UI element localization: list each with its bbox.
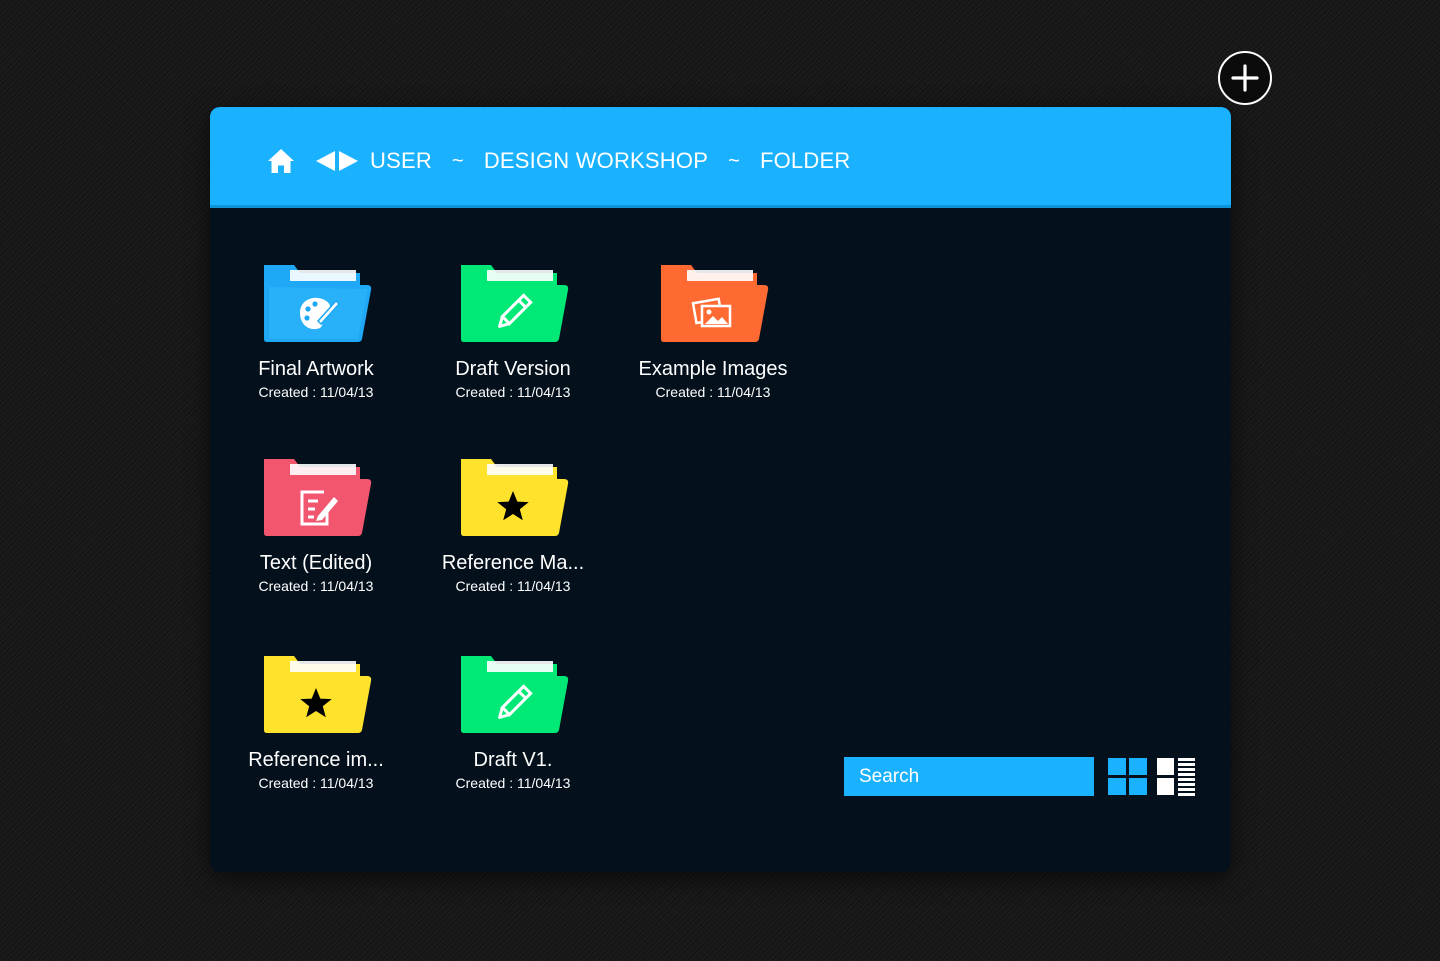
folder-created-date: Created : 11/04/13	[258, 775, 374, 791]
search-input[interactable]	[844, 757, 1094, 796]
folder-name: Draft V1.	[473, 749, 553, 771]
breadcrumb-design-workshop[interactable]: DESIGN WORKSHOP	[484, 148, 708, 174]
home-icon[interactable]	[266, 146, 296, 176]
file-browser-panel: USER ~ DESIGN WORKSHOP ~ FOLDER Final Ar…	[210, 107, 1231, 872]
folder-created-date: Created : 11/04/13	[258, 384, 374, 400]
folder-created-date: Created : 11/04/13	[655, 384, 771, 400]
folder-icon	[461, 265, 569, 342]
breadcrumb-separator: ~	[728, 149, 740, 172]
grid-view-icon[interactable]	[1108, 758, 1148, 796]
breadcrumb-user[interactable]: USER	[370, 148, 432, 174]
folder-item[interactable]: Draft Version Created : 11/04/13	[413, 263, 613, 400]
list-view-icon[interactable]	[1157, 758, 1197, 796]
folder-icon	[264, 459, 372, 536]
breadcrumb: USER ~ DESIGN WORKSHOP ~ FOLDER	[266, 144, 850, 178]
folder-icon	[461, 459, 569, 536]
folder-created-date: Created : 11/04/13	[455, 578, 571, 594]
folder-created-date: Created : 11/04/13	[258, 578, 374, 594]
breadcrumb-separator: ~	[451, 149, 464, 172]
add-button[interactable]	[1218, 51, 1272, 105]
folder-name: Reference im...	[248, 749, 384, 771]
folder-item[interactable]: Text (Edited) Created : 11/04/13	[216, 457, 416, 594]
folder-item[interactable]: Reference im... Created : 11/04/13	[216, 654, 416, 791]
folder-icon	[264, 265, 372, 342]
back-forward-arrows-icon[interactable]	[316, 149, 358, 173]
folder-created-date: Created : 11/04/13	[455, 775, 571, 791]
breadcrumb-folder[interactable]: FOLDER	[760, 148, 850, 174]
folder-icon	[264, 656, 372, 733]
folder-item[interactable]: Final Artwork Created : 11/04/13	[216, 263, 416, 400]
folder-name: Text (Edited)	[259, 552, 373, 574]
folder-name: Example Images	[638, 358, 788, 380]
folder-name: Final Artwork	[258, 358, 374, 380]
header-bar: USER ~ DESIGN WORKSHOP ~ FOLDER	[210, 107, 1231, 208]
plus-icon	[1231, 64, 1259, 92]
folder-name: Reference Ma...	[441, 552, 585, 574]
folder-item[interactable]: Example Images Created : 11/04/13	[613, 263, 813, 400]
folder-item[interactable]: Reference Ma... Created : 11/04/13	[413, 457, 613, 594]
folder-created-date: Created : 11/04/13	[455, 384, 571, 400]
folder-name: Draft Version	[455, 358, 571, 380]
folder-icon	[661, 265, 769, 342]
folder-icon	[461, 656, 569, 733]
folder-item[interactable]: Draft V1. Created : 11/04/13	[413, 654, 613, 791]
